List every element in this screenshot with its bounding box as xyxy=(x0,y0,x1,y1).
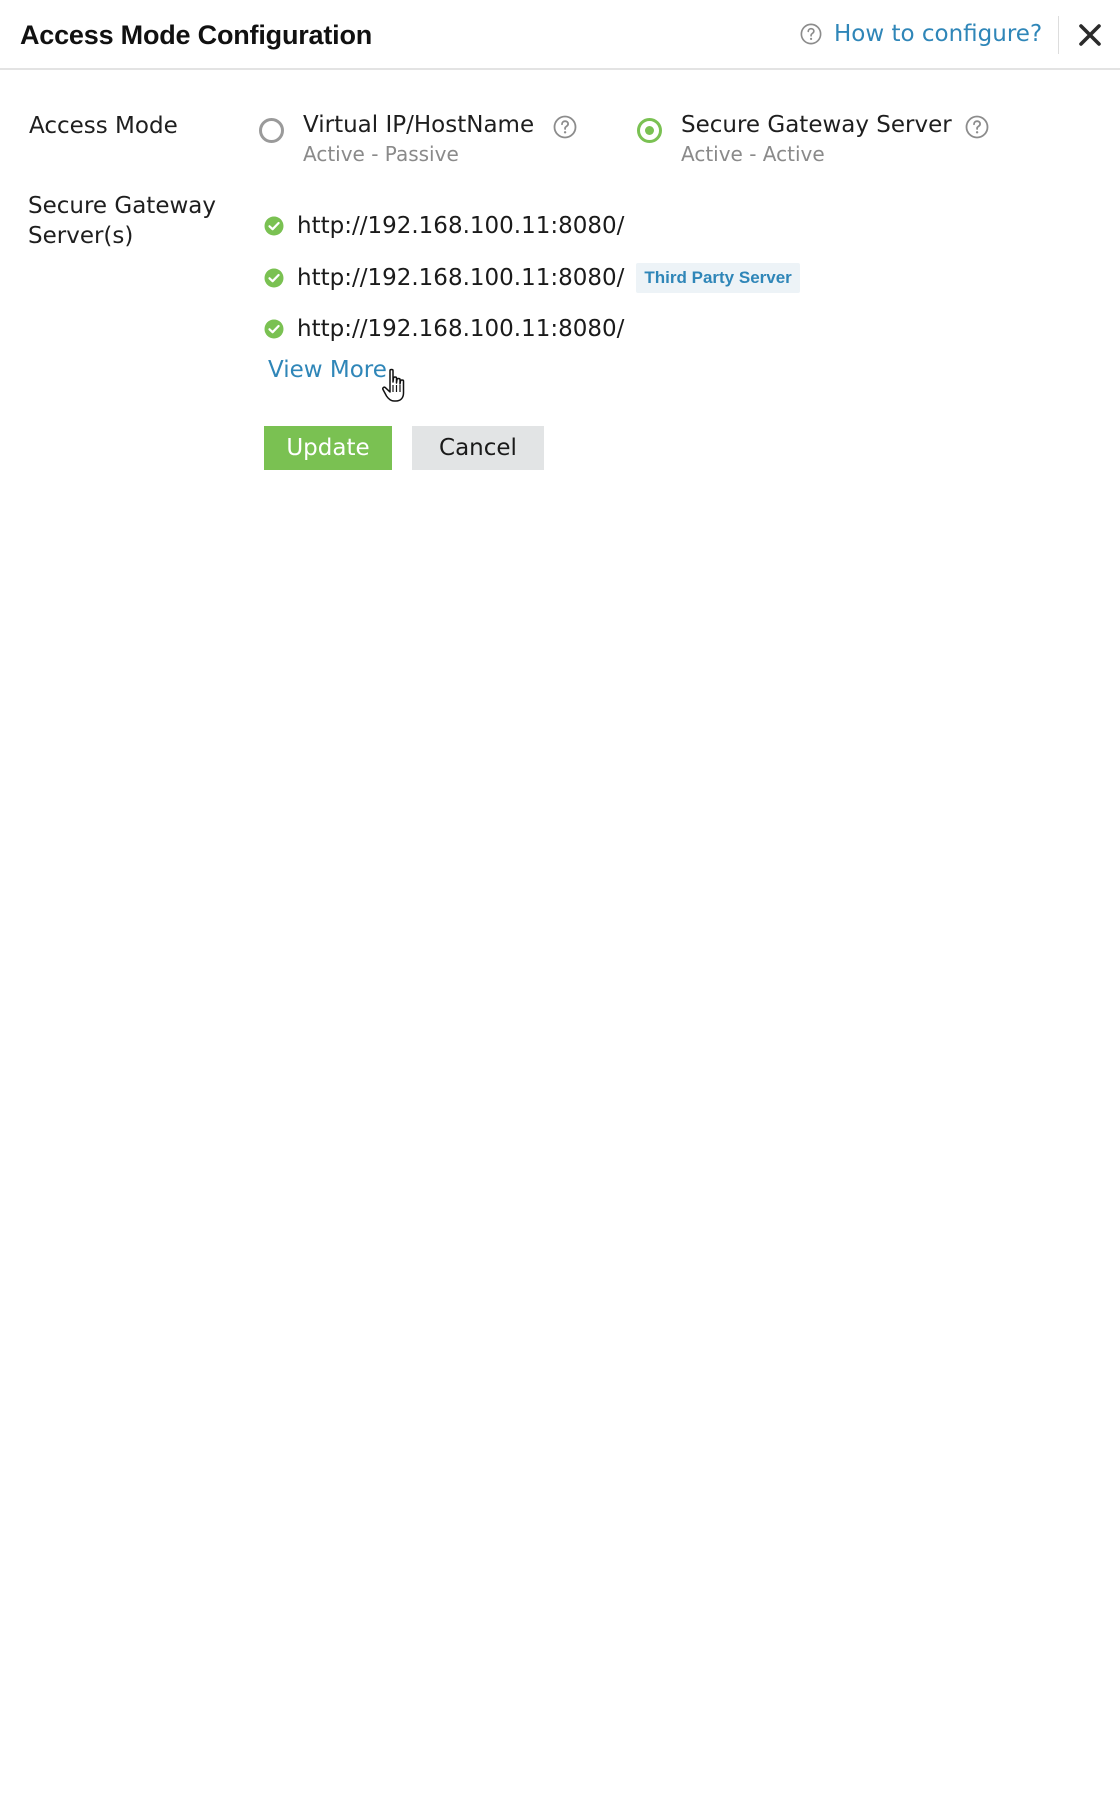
hand-cursor-icon xyxy=(382,368,405,402)
third-party-server-badge: Third Party Server xyxy=(636,263,800,293)
access-mode-label: Access Mode xyxy=(29,113,178,139)
help-circle-icon[interactable] xyxy=(965,115,989,139)
update-button[interactable]: Update xyxy=(264,426,392,470)
check-circle-icon xyxy=(264,319,284,339)
radio-button-selected[interactable] xyxy=(637,118,662,143)
help-circle-icon xyxy=(800,23,822,45)
option-subtitle: Active - Passive xyxy=(303,142,459,166)
check-circle-icon xyxy=(264,268,284,288)
radio-option-secure-gateway[interactable]: Secure Gateway Server Active - Active xyxy=(637,112,1007,172)
check-circle-icon xyxy=(264,216,284,236)
secure-gateway-servers-label: Secure Gateway Server(s) xyxy=(28,193,216,249)
server-url: http://192.168.100.11:8080/ xyxy=(297,265,625,291)
option-subtitle: Active - Active xyxy=(681,142,825,166)
dialog-title: Access Mode Configuration xyxy=(20,20,373,50)
server-url: http://192.168.100.11:8080/ xyxy=(297,213,625,239)
header-divider xyxy=(1058,16,1059,54)
option-title: Secure Gateway Server xyxy=(681,112,952,138)
close-icon[interactable] xyxy=(1077,22,1103,48)
radio-button-unselected[interactable] xyxy=(259,118,284,143)
how-to-configure-link[interactable]: How to configure? xyxy=(800,21,1042,47)
server-list-item: http://192.168.100.11:8080/ xyxy=(264,314,624,344)
help-circle-icon[interactable] xyxy=(553,115,577,139)
how-to-configure-text[interactable]: How to configure? xyxy=(834,21,1042,47)
dialog-header: Access Mode Configuration How to configu… xyxy=(0,0,1120,70)
server-list-item: http://192.168.100.11:8080/ Third Party … xyxy=(264,263,800,293)
radio-option-virtual-ip[interactable]: Virtual IP/HostName Active - Passive xyxy=(259,112,589,172)
server-url: http://192.168.100.11:8080/ xyxy=(297,316,625,342)
option-title: Virtual IP/HostName xyxy=(303,112,535,138)
view-more-link[interactable]: View More xyxy=(268,357,387,383)
cancel-button[interactable]: Cancel xyxy=(412,426,544,470)
server-list-item: http://192.168.100.11:8080/ xyxy=(264,211,624,241)
